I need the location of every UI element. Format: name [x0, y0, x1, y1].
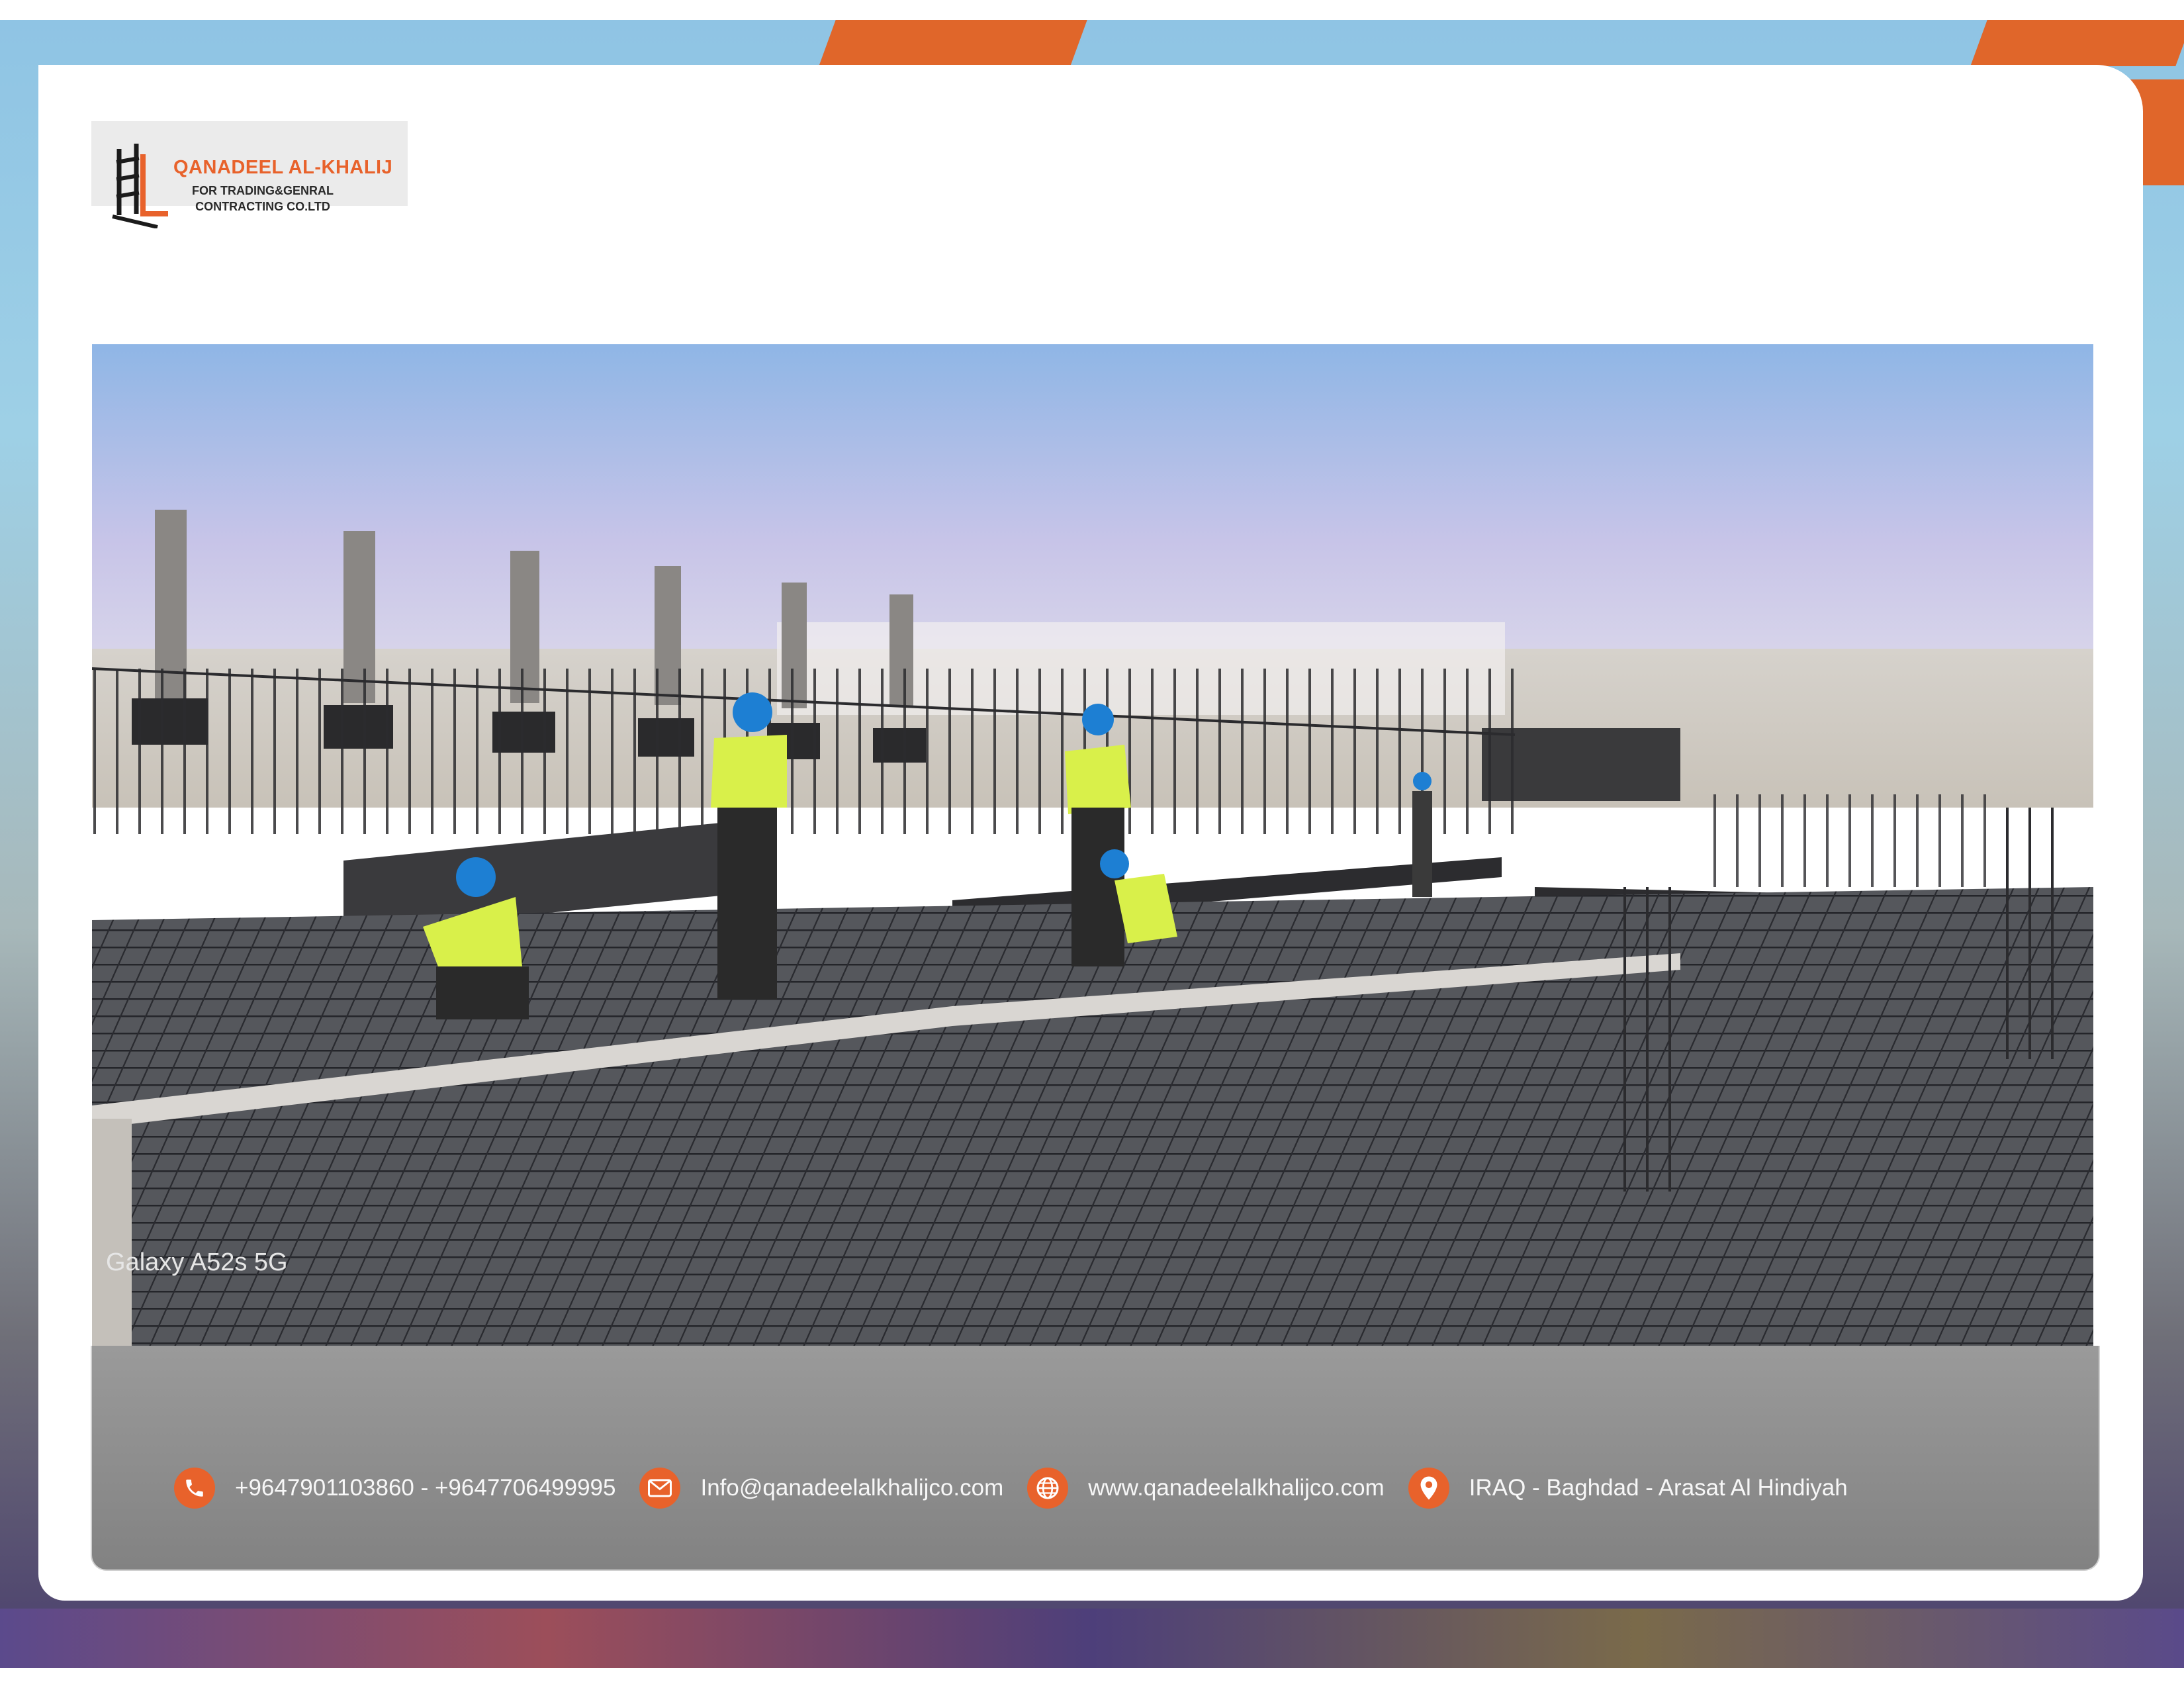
contact-bar: +9647901103860 - +9647706499995 Info@qan…	[91, 1346, 2100, 1571]
logo-subtitle-line: FOR TRADING&GENRAL	[192, 184, 334, 197]
worker	[711, 692, 787, 1000]
logo-subtitle-line: CONTRACTING CO.LTD	[195, 200, 330, 213]
email-icon	[639, 1468, 681, 1509]
address-text: IRAQ - Baghdad - Arasat Al Hindiyah	[1469, 1475, 1848, 1501]
bottom-band	[0, 1609, 2184, 1668]
contact-row: +9647901103860 - +9647706499995 Info@qan…	[174, 1465, 1848, 1511]
website-link[interactable]: www.qanadeelalkhalijco.com	[1088, 1475, 1384, 1501]
camera-watermark: Galaxy A52s 5G	[106, 1248, 288, 1276]
phone-numbers[interactable]: +9647901103860 - +9647706499995	[235, 1475, 615, 1501]
globe-icon	[1027, 1468, 1069, 1509]
scaffold-logo-icon	[112, 144, 168, 228]
company-logo: QANADEEL AL-KHALIJ FOR TRADING&GENRAL CO…	[91, 121, 408, 228]
email-link[interactable]: Info@qanadeelalkhalijco.com	[700, 1475, 1003, 1501]
page: QANADEEL AL-KHALIJ FOR TRADING&GENRAL CO…	[0, 0, 2184, 1688]
phone-icon	[174, 1468, 215, 1509]
logo-title: QANADEEL AL-KHALIJ	[173, 157, 393, 178]
location-pin-icon	[1408, 1468, 1449, 1509]
accent-stripe	[819, 20, 1087, 66]
logo-subtitle: FOR TRADING&GENRAL CONTRACTING CO.LTD	[192, 183, 334, 214]
accent-stripe	[1970, 20, 2184, 66]
construction-site-photo	[92, 344, 2093, 1346]
